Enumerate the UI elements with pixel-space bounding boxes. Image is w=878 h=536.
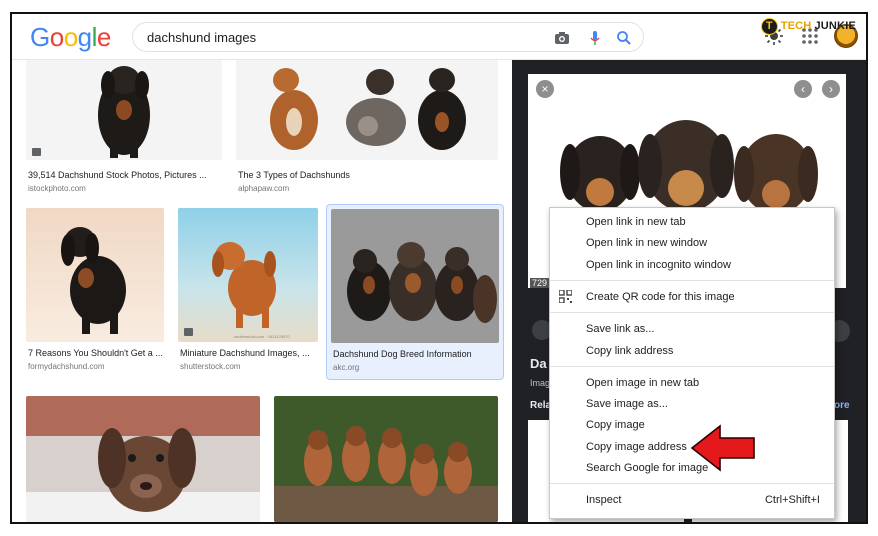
menu-copy-image-address[interactable]: Copy image address [586,441,687,453]
result-thumbnail[interactable] [26,396,260,522]
see-more-link[interactable]: ore [834,400,850,411]
result-thumbnail[interactable]: shutterstock.com · 1621129570 [178,208,318,342]
red-arrow-annotation [690,424,755,472]
logo-letter: o [63,22,78,52]
result-tile[interactable] [274,396,498,522]
image-badge-icon [32,148,41,156]
screenshot-frame: Google dachshund images T TECH JUNKIE 39… [10,12,868,524]
result-tile[interactable] [26,396,260,522]
shutterstock-watermark: shutterstock.com · 1621129570 [234,334,291,339]
watermark-text-junkie: JUNKIE [814,20,856,32]
result-site: akc.org [333,363,360,372]
google-logo[interactable]: Google [30,22,111,53]
menu-save-link-as[interactable]: Save link as... [586,323,654,335]
result-site: formydachshund.com [28,362,105,371]
result-tile[interactable]: shutterstock.com · 1621129570 Miniature … [178,208,318,374]
menu-copy-image[interactable]: Copy image [586,419,645,431]
result-title[interactable]: The 3 Types of Dachshunds [238,170,498,180]
menu-create-qr-code[interactable]: Create QR code for this image [586,291,735,303]
google-header: Google dachshund images [12,14,866,60]
logo-letter: o [49,22,64,52]
mic-icon[interactable] [586,29,604,47]
result-site: alphapaw.com [238,184,290,193]
qr-code-icon [559,290,572,303]
menu-copy-link-address[interactable]: Copy link address [586,345,673,357]
menu-open-link-new-tab[interactable]: Open link in new tab [586,216,686,228]
menu-separator [550,483,834,484]
search-icon[interactable] [615,29,633,47]
preview-subtitle: Imag [530,378,551,388]
result-title[interactable]: 39,514 Dachshund Stock Photos, Pictures … [28,170,222,180]
techjunkie-logo: T [760,17,778,35]
menu-open-link-incognito[interactable]: Open link in incognito window [586,259,731,271]
result-site: istockphoto.com [28,184,86,193]
search-box[interactable]: dachshund images [132,22,644,52]
logo-letter: e [96,22,111,52]
watermark-text-tech: TECH [780,20,812,32]
result-tile[interactable]: The 3 Types of Dachshunds alphapaw.com [236,60,498,193]
result-thumbnail[interactable] [26,60,222,160]
logo-letter: G [30,22,50,52]
menu-open-link-new-window[interactable]: Open link in new window [586,237,707,249]
camera-icon[interactable] [553,29,571,47]
result-thumbnail[interactable] [331,209,499,343]
image-badge-icon [184,328,193,336]
result-title[interactable]: 7 Reasons You Shouldn't Get a ... [28,348,164,358]
result-tile[interactable]: 7 Reasons You Shouldn't Get a ... formyd… [26,208,164,374]
result-thumbnail[interactable] [274,396,498,522]
menu-inspect-shortcut: Ctrl+Shift+I [764,494,820,506]
next-icon[interactable]: › [822,80,840,98]
close-icon[interactable]: × [536,80,554,98]
prev-icon[interactable]: ‹ [794,80,812,98]
menu-save-image-as[interactable]: Save image as... [586,398,668,410]
menu-separator [550,280,834,281]
result-title[interactable]: Dachshund Dog Breed Information [333,349,499,359]
related-heading: Rela [530,400,552,411]
context-menu: Open link in new tab Open link in new wi… [549,207,835,519]
techjunkie-watermark: T TECH JUNKIE [760,16,856,36]
menu-separator [550,312,834,313]
menu-inspect[interactable]: Inspect [586,494,621,506]
result-site: shutterstock.com [180,362,241,371]
logo-letter: g [77,22,92,52]
image-size-label: 729 [530,278,550,288]
menu-separator [550,366,834,367]
result-thumbnail[interactable] [236,60,498,160]
preview-title[interactable]: Da [530,356,547,371]
result-tile-selected[interactable]: Dachshund Dog Breed Information akc.org [326,204,504,380]
result-thumbnail[interactable] [26,208,164,342]
menu-open-image-new-tab[interactable]: Open image in new tab [586,377,699,389]
search-input[interactable]: dachshund images [147,30,256,45]
result-tile[interactable]: 39,514 Dachshund Stock Photos, Pictures … [26,60,222,193]
result-title[interactable]: Miniature Dachshund Images, ... [180,348,318,358]
